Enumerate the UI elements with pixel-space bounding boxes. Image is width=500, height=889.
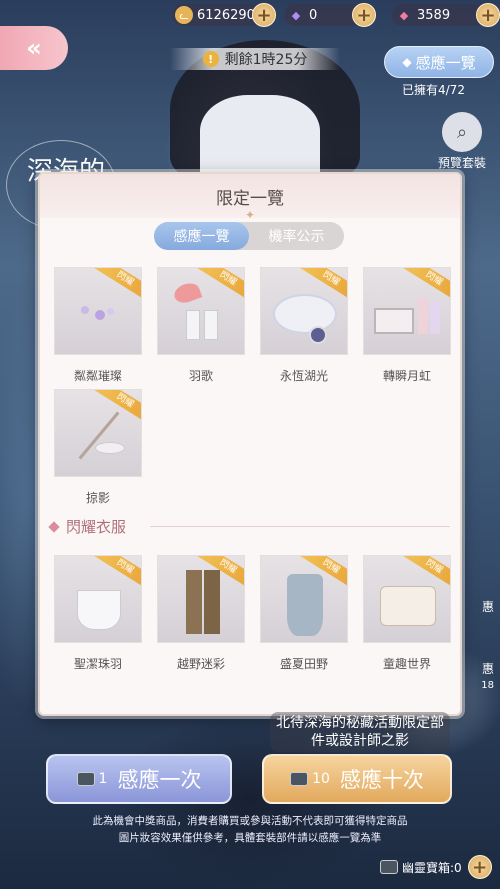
modal-tabs: 感應一覽 機率公示 [154, 222, 344, 250]
currency-bar: ᓚ 6126290 + ◆ 0 + ◆ 3589 + [0, 0, 500, 30]
clothing-card[interactable]: 閃耀 越野迷彩 [157, 555, 245, 672]
cat-coin-counter: ᓚ 6126290 + [172, 3, 276, 27]
draw-ten-cost: 10 [290, 771, 330, 787]
disclaimer: 此為機會中獎商品，消費者購買或參與活動不代表即可獲得特定商品 圖片妝容效果僅供參… [92, 815, 408, 844]
item-card[interactable]: 閃耀 轉瞬月虹 [363, 267, 451, 384]
clothing-image: 閃耀 [260, 555, 348, 643]
shine-badge: 閃耀 [94, 556, 141, 590]
add-pink-diamond-button[interactable]: + [476, 3, 500, 27]
side-label-1: 惠 [481, 600, 494, 614]
purple-diamond-icon: ◆ [291, 8, 301, 22]
back-button[interactable]: « [0, 26, 68, 70]
cat-coin-icon: ᓚ [175, 6, 193, 24]
bottom-caption: 北待深海的秘藏活動限定部 件或設計師之影 [270, 712, 450, 752]
item-label: 掠影 [85, 491, 110, 505]
ghost-chest-counter: 幽靈寶箱:0 + [380, 855, 492, 879]
item-card[interactable]: 閃耀 永恆湖光 [260, 267, 348, 384]
section-divider [150, 526, 450, 527]
item-label: 羽歌 [188, 369, 213, 383]
chest-icon [290, 772, 309, 786]
shine-badge: 閃耀 [94, 390, 141, 424]
draw-once-button[interactable]: 1 感應一次 [46, 754, 232, 804]
tab-probability[interactable]: 機率公示 [249, 222, 344, 250]
limited-overview-modal: 限定一覽 ✦ 感應一覽 機率公示 閃耀 粼粼璀璨 閃耀 羽歌 閃耀 永恆湖光 閃… [38, 172, 462, 716]
shine-badge: 閃耀 [403, 556, 450, 590]
item-image: 閃耀 [157, 267, 245, 355]
star-decoration-icon: ✦ [245, 208, 256, 222]
shine-badge: 閃耀 [94, 268, 141, 302]
item-image: 閃耀 [54, 389, 142, 477]
side-label-3: 18 [481, 680, 494, 691]
item-label: 粼粼璀璨 [73, 369, 122, 383]
item-card[interactable]: 閃耀 掠影 [54, 389, 142, 506]
chest-icon [76, 772, 95, 786]
pink-diamond-icon: ◆ [399, 8, 409, 22]
clothing-image: 閃耀 [363, 555, 451, 643]
induction-overview-button[interactable]: ◆ 感應一覽 [384, 46, 494, 78]
item-image: 閃耀 [363, 267, 451, 355]
draw-ten-button[interactable]: 10 感應十次 [262, 754, 452, 804]
diamond-bullet-icon [48, 520, 60, 533]
item-card[interactable]: 閃耀 粼粼璀璨 [54, 267, 142, 384]
shine-badge: 閃耀 [403, 268, 450, 302]
preview-outfit-button[interactable]: ⌕ 預覽套裝 [432, 112, 492, 171]
item-image: 閃耀 [260, 267, 348, 355]
tab-induction-overview[interactable]: 感應一覽 [154, 222, 249, 250]
section-title: 閃耀衣服 [48, 516, 126, 537]
item-card[interactable]: 閃耀 羽歌 [157, 267, 245, 384]
pink-diamond-counter: ◆ 3589 + [392, 3, 500, 27]
shine-badge: 閃耀 [197, 268, 244, 302]
item-label: 童趣世界 [382, 657, 431, 671]
add-coin-button[interactable]: + [252, 3, 276, 27]
purple-diamond-counter: ◆ 0 + [284, 3, 376, 27]
item-label: 盛夏田野 [279, 657, 328, 671]
event-timer: ! 剩餘1時25分 [170, 48, 340, 70]
item-label: 永恆湖光 [279, 369, 328, 383]
side-label-2: 惠 [481, 662, 494, 676]
owned-count: 已擁有4/72 [402, 83, 465, 97]
chest-icon [380, 860, 398, 874]
item-image: 閃耀 [54, 267, 142, 355]
search-icon: ⌕ [442, 112, 482, 152]
clothing-card[interactable]: 閃耀 盛夏田野 [260, 555, 348, 672]
clothing-card[interactable]: 閃耀 童趣世界 [363, 555, 451, 672]
add-purple-diamond-button[interactable]: + [352, 3, 376, 27]
diamond-icon: ◆ [402, 55, 412, 69]
clothing-card[interactable]: 閃耀 聖潔珠羽 [54, 555, 142, 672]
add-ghost-chest-button[interactable]: + [467, 855, 492, 879]
draw-once-cost: 1 [76, 771, 107, 787]
item-label: 轉瞬月虹 [382, 369, 431, 383]
item-label: 聖潔珠羽 [73, 657, 122, 671]
clothing-image: 閃耀 [157, 555, 245, 643]
exclamation-icon: ! [202, 51, 219, 67]
clothing-image: 閃耀 [54, 555, 142, 643]
item-label: 越野迷彩 [176, 657, 225, 671]
